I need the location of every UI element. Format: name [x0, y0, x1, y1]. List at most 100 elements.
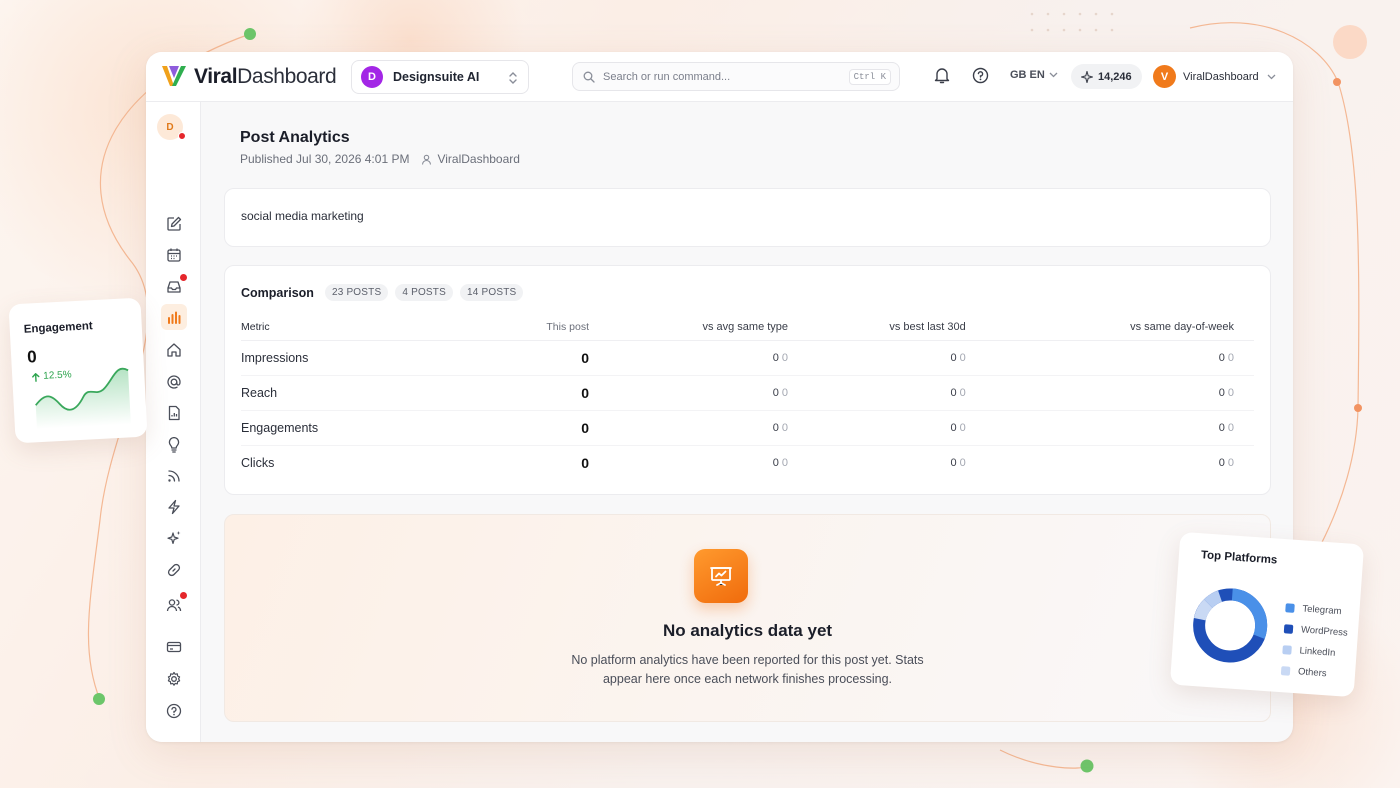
presentation-chart-icon [694, 549, 748, 603]
comparison-header: Comparison 23 POSTS 4 POSTS 14 POSTS [241, 284, 524, 301]
sidebar-item-home[interactable] [161, 337, 187, 363]
vs-value: 0 [950, 351, 957, 364]
metric-vs-day: 00 [965, 410, 1254, 446]
sidebar-item-automations[interactable] [161, 494, 187, 520]
sidebar-item-mentions[interactable] [161, 369, 187, 395]
help-circle-icon [166, 703, 182, 719]
vs-value: 0 [772, 351, 779, 364]
inbox-icon [167, 281, 181, 293]
sidebar-item-links[interactable] [161, 557, 187, 583]
top-platforms-widget: Top Platforms Telegram WordPress LinkedI… [1169, 531, 1365, 698]
vs-value: 0 [1218, 421, 1225, 434]
column-header-vs-avg: vs avg same type [589, 314, 789, 341]
sidebar-item-help[interactable] [161, 698, 187, 724]
vs-delta: 0 [959, 456, 966, 469]
top-bar: ViralDashboard D Designsuite AI Ctrl K [146, 52, 1293, 102]
empty-state-line: appear here once each network finishes p… [602, 672, 893, 686]
notification-dot [180, 592, 187, 599]
column-header-vs-best: vs best last 30d [788, 314, 966, 341]
search-input[interactable] [603, 70, 843, 83]
rss-icon [168, 470, 180, 482]
sidebar-item-team[interactable] [161, 592, 187, 618]
comparison-card: Comparison 23 POSTS 4 POSTS 14 POSTS Met… [224, 265, 1271, 495]
legend-swatch [1280, 666, 1291, 676]
command-search[interactable]: Ctrl K [572, 62, 900, 91]
users-icon [166, 599, 182, 612]
calendar-icon [167, 248, 181, 262]
column-header-this-post: This post [541, 314, 589, 341]
vs-value: 0 [772, 421, 779, 434]
sidebar-item-billing[interactable] [161, 634, 187, 660]
brand-name-viral: Viral [194, 65, 238, 88]
logo-icon [162, 66, 186, 86]
user-menu[interactable]: V ViralDashboard [1153, 65, 1276, 88]
sidebar-item-feeds[interactable] [161, 463, 187, 489]
vs-value: 0 [772, 456, 779, 469]
search-shortcut: Ctrl K [848, 69, 891, 85]
metric-this-post: 0 [581, 454, 589, 471]
brand-name-dashboard: Dashboard [237, 65, 337, 88]
platforms-donut-chart [1193, 588, 1268, 663]
workspace-switcher[interactable]: D Designsuite AI [351, 60, 529, 94]
bar-chart-icon [168, 311, 181, 324]
sparkle-icon [1081, 70, 1093, 83]
sidebar-item-ideas[interactable] [161, 432, 187, 458]
bell-icon[interactable] [934, 67, 950, 84]
sidebar-item-calendar[interactable] [161, 242, 187, 268]
metric-vs-avg: 00 [589, 410, 789, 446]
sparkles-icon [167, 531, 181, 544]
posts-count-chip: 14 POSTS [459, 284, 524, 301]
sidebar-item-settings[interactable] [161, 666, 187, 692]
table-row: Clicks 0 00 00 00 [241, 445, 1254, 480]
app-window: ViralDashboard D Designsuite AI Ctrl K [146, 52, 1293, 742]
language-selector[interactable]: GB EN [1010, 69, 1058, 81]
sidebar-item-compose[interactable] [161, 211, 187, 237]
vs-value: 0 [950, 421, 957, 434]
rail-avatar-initial: D [166, 121, 174, 133]
metric-this-post: 0 [541, 340, 589, 376]
metric-name: Impressions [241, 340, 541, 376]
metric-name: Reach [241, 375, 541, 411]
post-author[interactable]: ViralDashboard [421, 152, 520, 166]
legend-swatch [1282, 645, 1292, 655]
sidebar-item-ai[interactable] [161, 525, 187, 551]
empty-state-title: No analytics data yet [662, 621, 833, 640]
legend-swatch [1283, 624, 1294, 634]
vs-delta: 0 [1227, 351, 1234, 364]
help-icon[interactable] [972, 67, 989, 84]
sidebar-item-inbox[interactable] [161, 274, 187, 300]
metric-vs-avg: 00 [589, 375, 789, 411]
legend-swatch [1285, 603, 1295, 613]
link-icon [167, 563, 181, 577]
vs-value: 0 [772, 386, 779, 399]
vs-value: 0 [1218, 351, 1225, 364]
empty-state-card: No analytics data yet No platform analyt… [224, 514, 1271, 722]
user-avatar: V [1153, 65, 1176, 88]
metric-this-post: 0 [541, 375, 589, 411]
vs-value: 0 [1218, 386, 1225, 399]
engagement-widget: Engagement 0 12.5% [8, 297, 148, 444]
credits-count: 14,246 [1098, 70, 1132, 83]
edit-icon [167, 216, 182, 231]
workspace-avatar-rail[interactable]: D [157, 114, 186, 140]
legend-label: Others [1297, 666, 1327, 680]
card-icon [166, 641, 182, 653]
metric-vs-day: 00 [965, 375, 1254, 411]
vs-delta: 0 [1227, 456, 1234, 469]
sidebar-item-reports[interactable] [161, 400, 187, 426]
chevron-down-icon [1049, 72, 1058, 78]
metric-vs-day: 00 [966, 445, 1254, 480]
brand-logo[interactable]: ViralDashboard [160, 64, 337, 90]
notification-dot [178, 132, 186, 140]
metric-this-post: 0 [541, 410, 589, 446]
metric-vs-best: 00 [788, 375, 966, 411]
comparison-title: Comparison [241, 285, 314, 300]
settings-icon [167, 671, 181, 686]
post-content-text: social media marketing [241, 209, 364, 223]
post-meta: Published Jul 30, 2026 4:01 PM ViralDash… [240, 152, 520, 166]
metric-vs-day: 00 [965, 340, 1254, 376]
credits-badge[interactable]: 14,246 [1071, 64, 1142, 89]
sidebar-item-analytics[interactable] [161, 304, 187, 330]
comparison-table: Metric This post vs avg same type vs bes… [241, 314, 1254, 480]
metric-vs-best: 00 [788, 410, 966, 446]
